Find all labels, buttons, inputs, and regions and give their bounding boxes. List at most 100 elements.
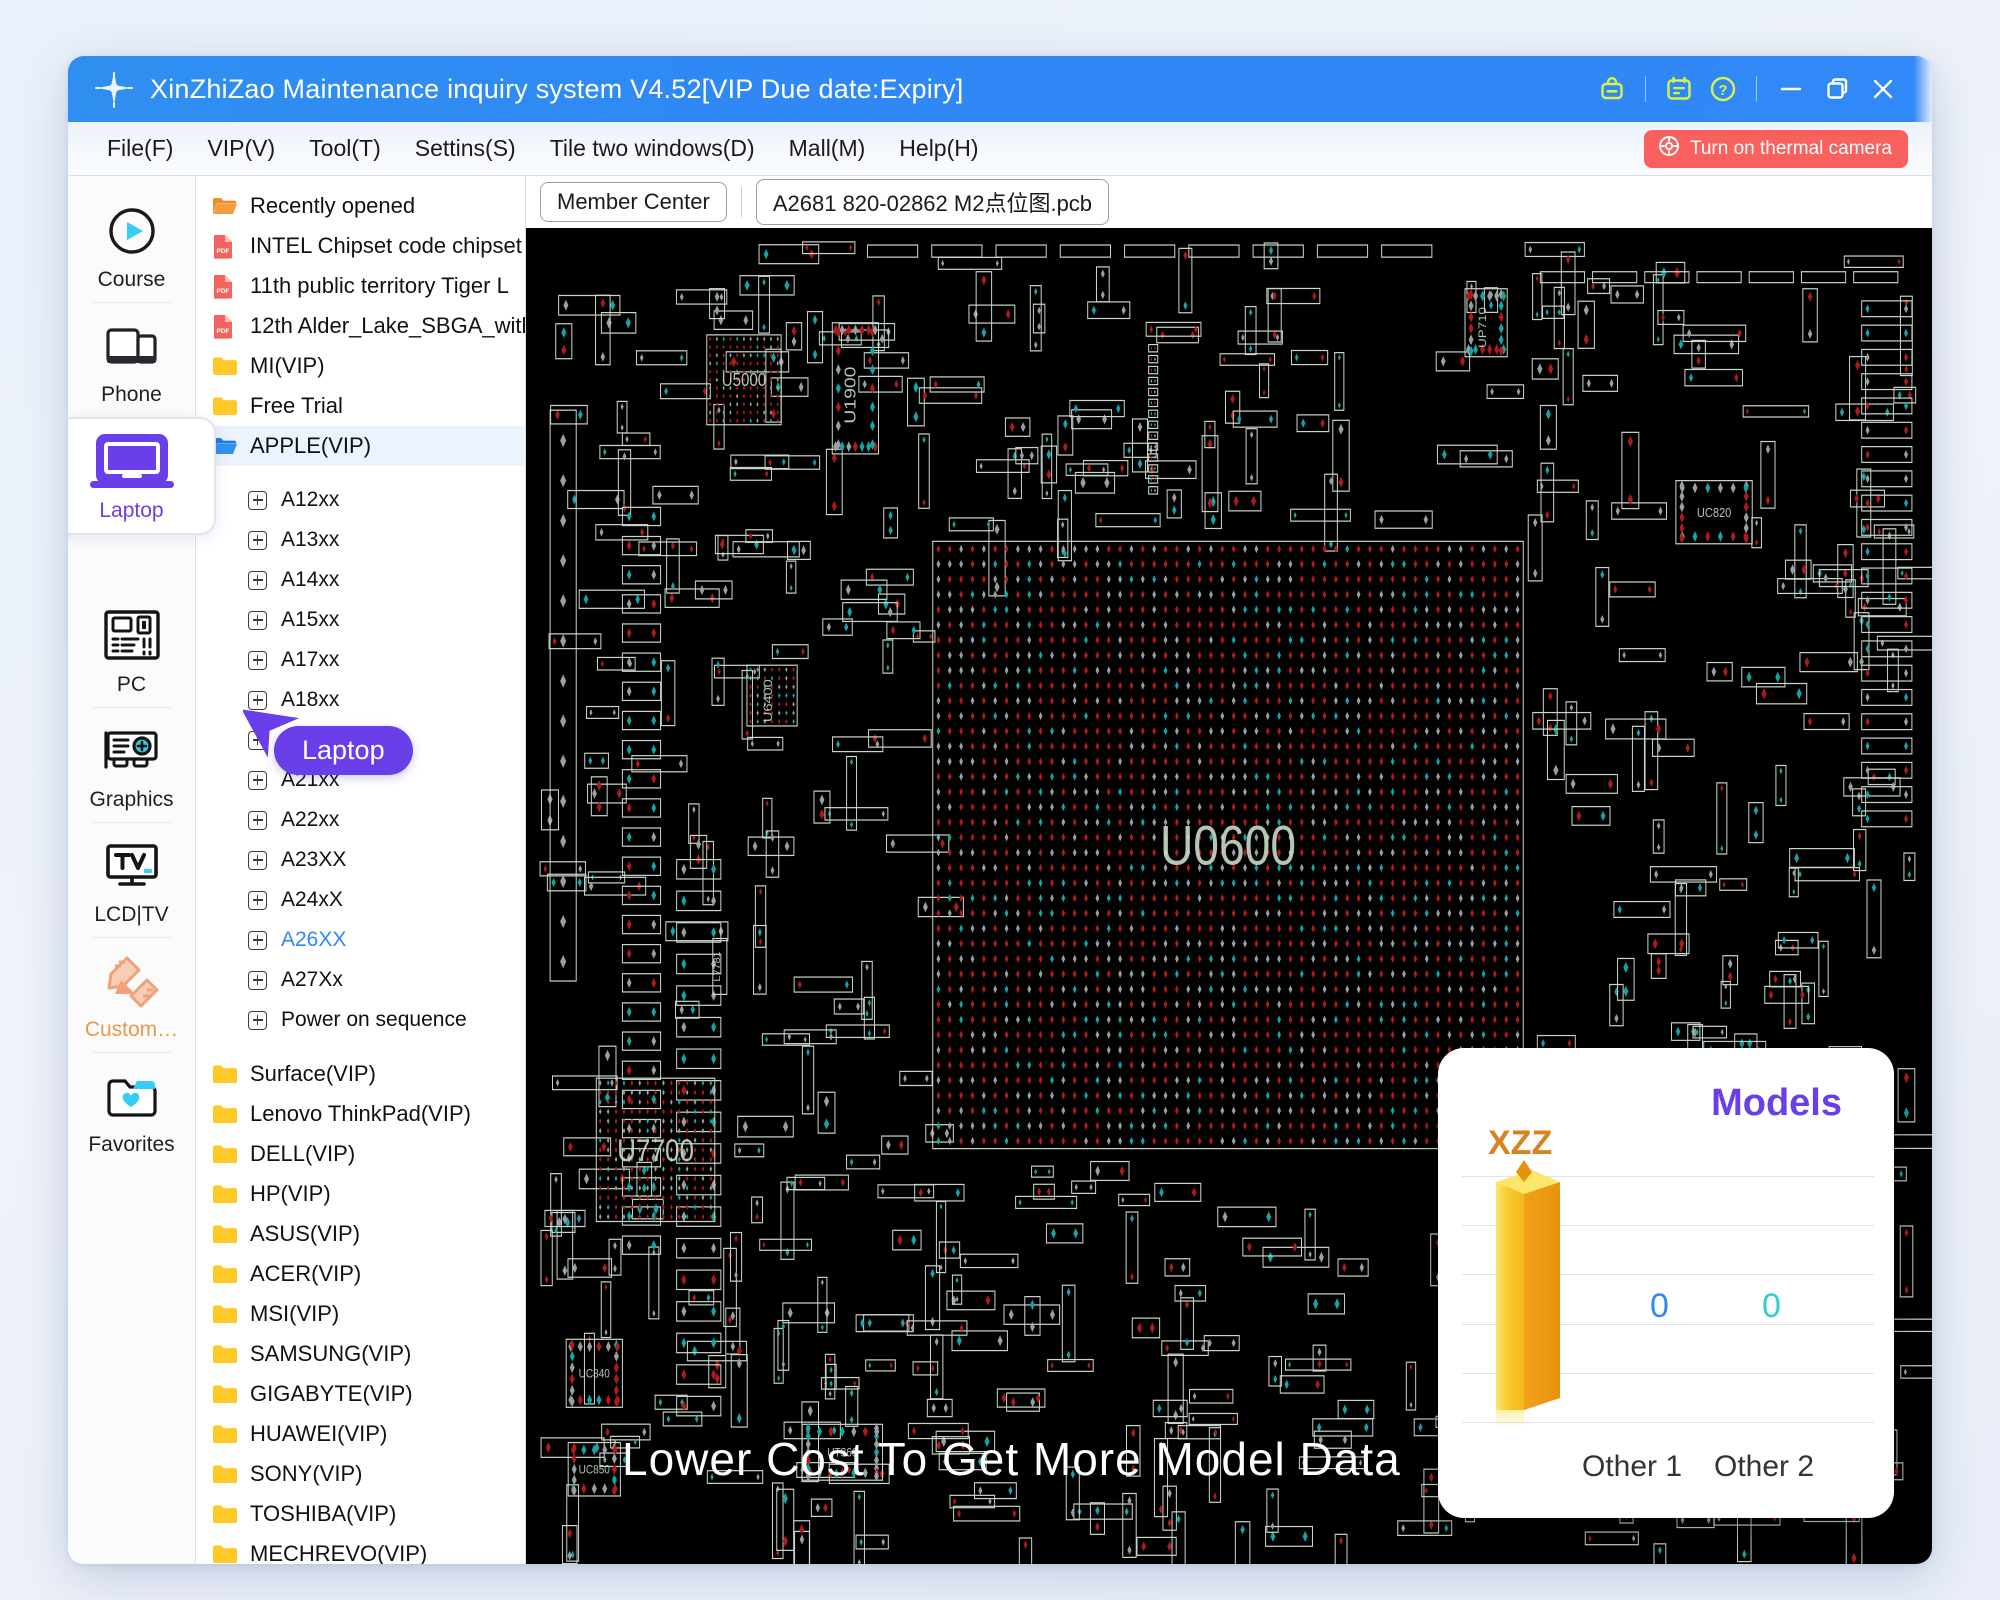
tree-item-recently-opened[interactable]: Recently opened xyxy=(196,186,525,226)
menu-item-vip[interactable]: VIP(V) xyxy=(190,130,292,167)
sidebar-item-laptop[interactable]: Laptop xyxy=(68,417,216,535)
tree-item-mechrevo[interactable]: MECHREVO(VIP) xyxy=(196,1534,525,1564)
sidebar-label-lcd-tv: LCD|TV xyxy=(94,903,168,927)
sidebar-label-phone: Phone xyxy=(101,383,162,407)
tab-pcb-file[interactable]: A2681 820-02862 M2点位图.pcb xyxy=(756,179,1109,225)
tree-item-huawei[interactable]: HUAWEI(VIP) xyxy=(196,1414,525,1454)
menu-item-tool[interactable]: Tool(T) xyxy=(292,130,398,167)
tree-item-pdf-12th-alder-lake[interactable]: PDF 12th Alder_Lake_SBGA_with xyxy=(196,306,525,346)
tree-item-a24xx[interactable]: A24xX xyxy=(196,880,525,920)
tree-item-a26xx[interactable]: A26XX xyxy=(196,920,525,960)
folder-yellow-icon xyxy=(212,1382,240,1406)
turn-on-thermal-camera-button[interactable]: Turn on thermal camera xyxy=(1644,130,1908,168)
tree-label: A23XX xyxy=(281,848,346,872)
expand-plus-icon[interactable] xyxy=(248,931,267,950)
tree-item-a13xx[interactable]: A13xx xyxy=(196,520,525,560)
tree-item-a15xx[interactable]: A15xx xyxy=(196,600,525,640)
svg-text:U1900: U1900 xyxy=(841,366,859,423)
sidebar-label-graphics: Graphics xyxy=(89,788,173,812)
lock-icon[interactable] xyxy=(1590,67,1634,111)
tree-item-hp[interactable]: HP(VIP) xyxy=(196,1174,525,1214)
folder-yellow-icon xyxy=(212,1182,240,1206)
sidebar-item-pc[interactable]: PC xyxy=(76,593,188,707)
expand-plus-icon[interactable] xyxy=(248,851,267,870)
tree-item-gigabyte[interactable]: GIGABYTE(VIP) xyxy=(196,1374,525,1414)
tree-item-a22xx[interactable]: A22xx xyxy=(196,800,525,840)
tree-item-sony[interactable]: SONY(VIP) xyxy=(196,1454,525,1494)
tab-divider xyxy=(741,187,742,217)
folder-yellow-icon xyxy=(212,1222,240,1246)
expand-plus-icon[interactable] xyxy=(248,571,267,590)
sidebar-item-custom[interactable]: Custom… xyxy=(76,938,188,1052)
folder-yellow-icon xyxy=(212,1262,240,1286)
tree-item-power-on-sequence[interactable]: Power on sequence xyxy=(196,1000,525,1040)
sidebar-label-favorites: Favorites xyxy=(88,1133,174,1157)
expand-plus-icon[interactable] xyxy=(248,1011,267,1030)
sidebar-item-graphics[interactable]: Graphics xyxy=(76,708,188,822)
tree-item-pdf-intel-chipset[interactable]: PDF INTEL Chipset code chipset xyxy=(196,226,525,266)
expand-plus-icon[interactable] xyxy=(248,771,267,790)
menu-item-tile-two-windows[interactable]: Tile two windows(D) xyxy=(533,130,772,167)
folder-yellow-icon xyxy=(212,1142,240,1166)
tree-item-mi-vip[interactable]: MI(VIP) xyxy=(196,346,525,386)
title-bar: XinZhiZao Maintenance inquiry system V4.… xyxy=(68,56,1932,122)
tree-label: MI(VIP) xyxy=(250,353,325,379)
tree-item-lenovo-thinkpad[interactable]: Lenovo ThinkPad(VIP) xyxy=(196,1094,525,1134)
svg-text:PDF: PDF xyxy=(217,248,230,255)
menu-item-settings[interactable]: Settins(S) xyxy=(398,130,533,167)
play-circle-icon xyxy=(103,200,161,262)
tree-label: A22xx xyxy=(281,808,339,832)
tree-item-surface[interactable]: Surface(VIP) xyxy=(196,1054,525,1094)
tree-item-acer[interactable]: ACER(VIP) xyxy=(196,1254,525,1294)
help-icon[interactable]: ? xyxy=(1701,67,1745,111)
application-window: XinZhiZao Maintenance inquiry system V4.… xyxy=(68,56,1932,1564)
tree-item-asus[interactable]: ASUS(VIP) xyxy=(196,1214,525,1254)
tree-item-a23xx[interactable]: A23XX xyxy=(196,840,525,880)
pcb-canvas[interactable]: U0600U5000U1900U6400U7700UP710UC820UC840… xyxy=(526,228,1932,1564)
close-button[interactable] xyxy=(1860,66,1906,112)
maximize-button[interactable] xyxy=(1814,66,1860,112)
left-rail: Course Phone xyxy=(68,176,196,1564)
window-title: XinZhiZao Maintenance inquiry system V4.… xyxy=(150,74,964,105)
models-chart-popup[interactable]: Models XZZ xyxy=(1438,1048,1894,1518)
chart-series-label: XZZ xyxy=(1488,1124,1552,1163)
tree-item-msi[interactable]: MSI(VIP) xyxy=(196,1294,525,1334)
sidebar-item-lcd-tv[interactable]: LCD|TV xyxy=(76,823,188,937)
folder-yellow-icon xyxy=(212,1342,240,1366)
menu-item-file[interactable]: File(F) xyxy=(90,130,190,167)
chart-bar-xzz xyxy=(1490,1160,1570,1428)
expand-plus-icon[interactable] xyxy=(248,971,267,990)
sidebar-item-favorites[interactable]: Favorites xyxy=(76,1053,188,1167)
tree-item-dell[interactable]: DELL(VIP) xyxy=(196,1134,525,1174)
sidebar-item-phone[interactable]: Phone xyxy=(76,303,188,417)
tree-label: GIGABYTE(VIP) xyxy=(250,1381,413,1407)
minimize-button[interactable] xyxy=(1768,66,1814,112)
expand-plus-icon[interactable] xyxy=(248,811,267,830)
tree-label: Power on sequence xyxy=(281,1008,467,1032)
sidebar-label-pc: PC xyxy=(117,673,146,697)
tree-item-a12xx[interactable]: A12xx xyxy=(196,480,525,520)
tree-item-toshiba[interactable]: TOSHIBA(VIP) xyxy=(196,1494,525,1534)
pcb-viewer[interactable]: U0600U5000U1900U6400U7700UP710UC820UC840… xyxy=(526,228,1932,1564)
menu-item-mall[interactable]: Mall(M) xyxy=(772,130,883,167)
tree-item-free-trial[interactable]: Free Trial xyxy=(196,386,525,426)
card-icon[interactable] xyxy=(1657,67,1701,111)
expand-plus-icon[interactable] xyxy=(248,531,267,550)
expand-plus-icon[interactable] xyxy=(248,611,267,630)
tree-item-a17xx[interactable]: A17xx xyxy=(196,640,525,680)
expand-plus-icon[interactable] xyxy=(248,891,267,910)
tree-item-samsung[interactable]: SAMSUNG(VIP) xyxy=(196,1334,525,1374)
sidebar-item-course[interactable]: Course xyxy=(76,188,188,302)
tree-item-apple-vip[interactable]: APPLE(VIP) xyxy=(196,426,525,466)
expand-plus-icon[interactable] xyxy=(248,491,267,510)
file-tree-panel[interactable]: Recently opened PDF INTEL Chipset code c… xyxy=(196,176,526,1564)
tab-member-center[interactable]: Member Center xyxy=(540,182,727,222)
tree-item-a27xx[interactable]: A27Xx xyxy=(196,960,525,1000)
thermal-target-icon xyxy=(1657,134,1681,164)
main-area: Member Center A2681 820-02862 M2点位图.pcb … xyxy=(526,176,1932,1564)
tree-item-pdf-11th-tiger-lake[interactable]: PDF 11th public territory Tiger L xyxy=(196,266,525,306)
svg-text:UP710: UP710 xyxy=(1476,307,1489,348)
menu-item-help[interactable]: Help(H) xyxy=(882,130,995,167)
tree-item-a14xx[interactable]: A14xx xyxy=(196,560,525,600)
expand-plus-icon[interactable] xyxy=(248,651,267,670)
